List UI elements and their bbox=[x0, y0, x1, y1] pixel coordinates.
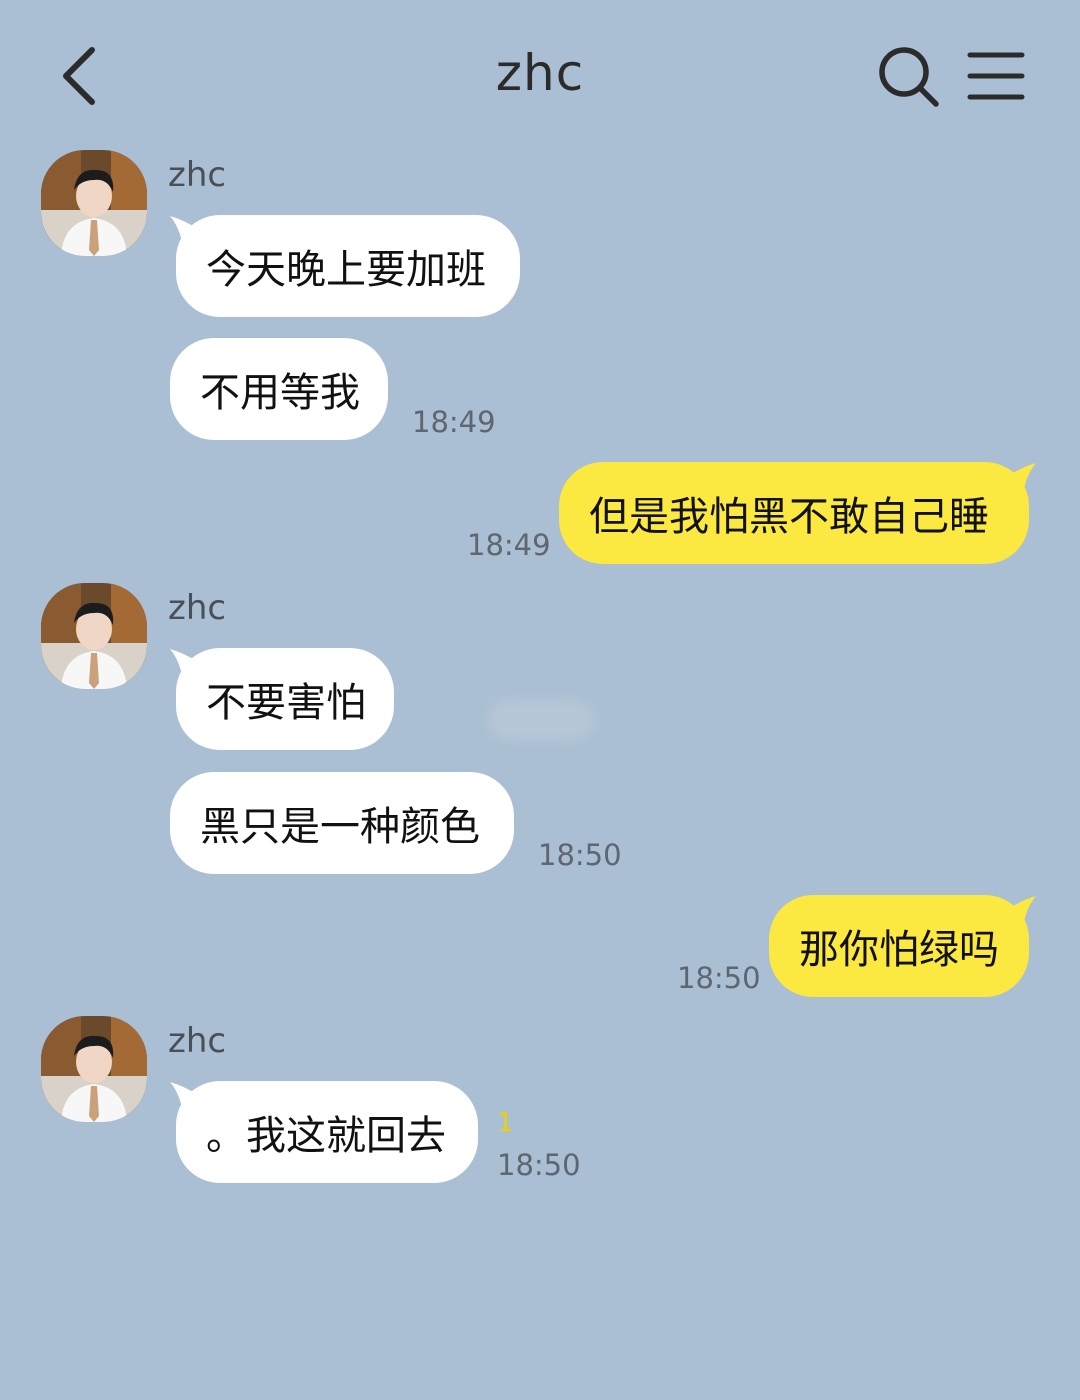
sender-name: zhc bbox=[168, 1021, 227, 1061]
message-bubble[interactable]: 那你怕绿吗 bbox=[769, 895, 1029, 997]
message-bubble[interactable]: 但是我怕黑不敢自己睡 bbox=[559, 462, 1029, 564]
search-icon bbox=[879, 47, 939, 107]
message-bubble[interactable]: 不用等我 bbox=[170, 338, 388, 440]
message-time: 18:49 bbox=[467, 528, 551, 562]
unread-count: 1 bbox=[497, 1108, 514, 1138]
bubble-tail bbox=[1006, 896, 1036, 936]
search-button[interactable] bbox=[876, 44, 942, 110]
message-bubble[interactable]: 黑只是一种颜色 bbox=[170, 772, 514, 874]
sender-name: zhc bbox=[168, 588, 227, 628]
avatar[interactable] bbox=[41, 150, 147, 256]
chat-header: zhc bbox=[0, 0, 1080, 150]
message-time: 18:50 bbox=[677, 961, 761, 995]
avatar[interactable] bbox=[41, 583, 147, 689]
message-bubble[interactable]: 今天晚上要加班 bbox=[176, 215, 520, 317]
message-time: 18:50 bbox=[497, 1148, 581, 1182]
message-time: 18:49 bbox=[412, 405, 496, 439]
bubble-tail bbox=[1006, 463, 1036, 503]
menu-button[interactable] bbox=[966, 50, 1026, 102]
blurred-watermark bbox=[488, 700, 594, 740]
avatar[interactable] bbox=[41, 1016, 147, 1122]
message-bubble[interactable]: 不要害怕 bbox=[176, 648, 394, 750]
message-bubble[interactable]: 。我这就回去 bbox=[176, 1081, 478, 1183]
sender-name: zhc bbox=[168, 155, 227, 195]
menu-icon bbox=[967, 52, 1025, 100]
message-time: 18:50 bbox=[538, 838, 622, 872]
